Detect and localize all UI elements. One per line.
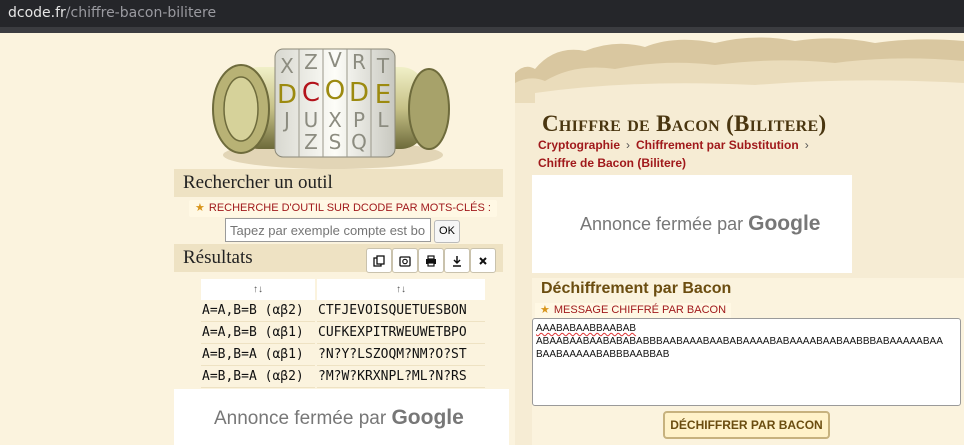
result-value: ?N?Y?LSZOQM?NM?O?ST	[317, 344, 485, 366]
breadcrumb-substitution[interactable]: Chiffrement par Substitution	[636, 138, 799, 152]
ad-placeholder-right: Annonce fermée par Google	[532, 175, 852, 273]
dcode-cryptex-logo[interactable]: X Z V R T D C O D E J U X P L Z S Q	[205, 37, 450, 175]
url-path: /chiffre-bacon-bilitere	[65, 5, 217, 21]
breadcrumb-cryptographie[interactable]: Cryptographie	[538, 138, 620, 152]
result-key: A=B,B=A (αβ1)	[201, 344, 315, 366]
result-key: A=A,B=B (αβ2)	[201, 300, 315, 322]
table-row: A=A,B=B (αβ2) CTFJEVOISQUETUESBON	[201, 300, 485, 322]
url-host: dcode.fr	[8, 5, 66, 21]
ad-text-right: Annonce fermée par Google	[580, 212, 820, 236]
decipher-button[interactable]: DÉCHIFFRER PAR BACON	[663, 411, 830, 439]
table-row: A=B,B=A (αβ1) ?N?Y?LSZOQM?NM?O?ST	[201, 344, 485, 366]
result-value: CUFKEXPITRWEUWETBPO	[317, 322, 485, 344]
search-ok-button[interactable]: OK	[434, 220, 460, 243]
logo-letter: L	[377, 108, 389, 132]
result-value: CTFJEVOISQUETUESBON	[317, 300, 485, 322]
star-icon: ★	[195, 202, 205, 214]
address-bar[interactable]: dcode.fr/chiffre-bacon-bilitere	[0, 0, 964, 27]
logo-letter: X	[280, 54, 294, 78]
result-key: A=A,B=B (αβ1)	[201, 322, 315, 344]
print-icon[interactable]	[418, 248, 444, 273]
message-line: AAABABAABBAABAB	[536, 323, 637, 334]
decipher-panel: Déchiffrement par Bacon ★ MESSAGE CHIFFRÉ…	[532, 278, 964, 445]
breadcrumb: Cryptographie › Chiffrement par Substituti…	[538, 138, 815, 152]
ad-text-left: Annonce fermée par Google	[214, 406, 464, 430]
message-label-text: MESSAGE CHIFFRÉ PAR BACON	[553, 304, 727, 316]
screenshot-icon[interactable]	[392, 248, 418, 273]
download-icon[interactable]	[444, 248, 470, 273]
main-content: Chiffre de Bacon (Bilitere) Cryptographi…	[515, 33, 964, 445]
google-logo: Google	[748, 212, 821, 235]
logo-letter: U	[304, 108, 319, 132]
ad-closed-label: Annonce fermée par	[214, 408, 387, 429]
parchment-header	[515, 33, 964, 103]
table-row: A=A,B=B (αβ1) CUFKEXPITRWEUWETBPO	[201, 322, 485, 344]
logo-letter: X	[328, 108, 342, 132]
search-heading: Rechercher un outil	[174, 169, 503, 197]
logo-letter: O	[325, 76, 345, 106]
ciphertext-textarea[interactable]: AAABABAABBAABAB ABAABAABAABABABABBBAABAA…	[532, 318, 961, 406]
sort-column-1[interactable]: ↑↓	[201, 279, 315, 300]
star-icon: ★	[540, 304, 550, 316]
breadcrumb-separator: ›	[804, 138, 809, 152]
page-title: Chiffre de Bacon (Bilitere)	[542, 111, 827, 136]
logo-letter: E	[375, 80, 391, 110]
logo-letter: V	[328, 48, 342, 72]
logo-letter: P	[353, 108, 365, 132]
logo-letter: Z	[304, 50, 318, 74]
logo-letter: R	[352, 50, 366, 74]
message-label: ★ MESSAGE CHIFFRÉ PAR BACON	[535, 303, 732, 318]
close-icon[interactable]	[470, 248, 496, 273]
logo-letter: C	[302, 78, 320, 108]
sort-column-2[interactable]: ↑↓	[317, 279, 485, 300]
keyword-label-text: RECHERCHE D'OUTIL SUR DCODE PAR MOTS-CLÉ…	[208, 202, 491, 214]
logo-letter: Z	[304, 130, 318, 154]
logo-letter: D	[349, 78, 369, 108]
copy-icon[interactable]	[366, 248, 392, 273]
ad-placeholder-left: Annonce fermée par Google	[174, 389, 509, 445]
result-value: ?M?W?KRXNPL?ML?N?RS	[317, 366, 485, 388]
result-key: A=B,B=A (αβ2)	[201, 366, 315, 388]
decipher-title: Déchiffrement par Bacon	[541, 280, 732, 297]
logo-letter: Q	[351, 130, 367, 154]
message-line: BAABAAAAABABBBAABBAB	[536, 349, 670, 360]
ad-closed-label: Annonce fermée par	[580, 214, 744, 234]
left-sidebar: X Z V R T D C O D E J U X P L Z S Q Rech…	[0, 33, 515, 445]
breadcrumb-current[interactable]: Chiffre de Bacon (Bilitere)	[538, 156, 686, 170]
logo-letter: D	[277, 80, 297, 110]
google-logo: Google	[391, 406, 464, 429]
tool-search-input[interactable]	[225, 218, 431, 242]
logo-letter: J	[282, 108, 290, 132]
keyword-label: ★ RECHERCHE D'OUTIL SUR DCODE PAR MOTS-CL…	[189, 200, 497, 217]
results-table: ↑↓ ↑↓ A=A,B=B (αβ2) CTFJEVOISQUETUESBON …	[199, 279, 487, 388]
results-toolbar	[366, 248, 496, 273]
breadcrumb-separator: ›	[626, 138, 631, 152]
logo-letter: S	[329, 130, 342, 154]
message-line: ABAABAABAABABABABBBAABAAABAABABAAAABABAA…	[536, 336, 943, 347]
logo-letter: T	[376, 54, 390, 78]
table-row: A=B,B=A (αβ2) ?M?W?KRXNPL?ML?N?RS	[201, 366, 485, 388]
